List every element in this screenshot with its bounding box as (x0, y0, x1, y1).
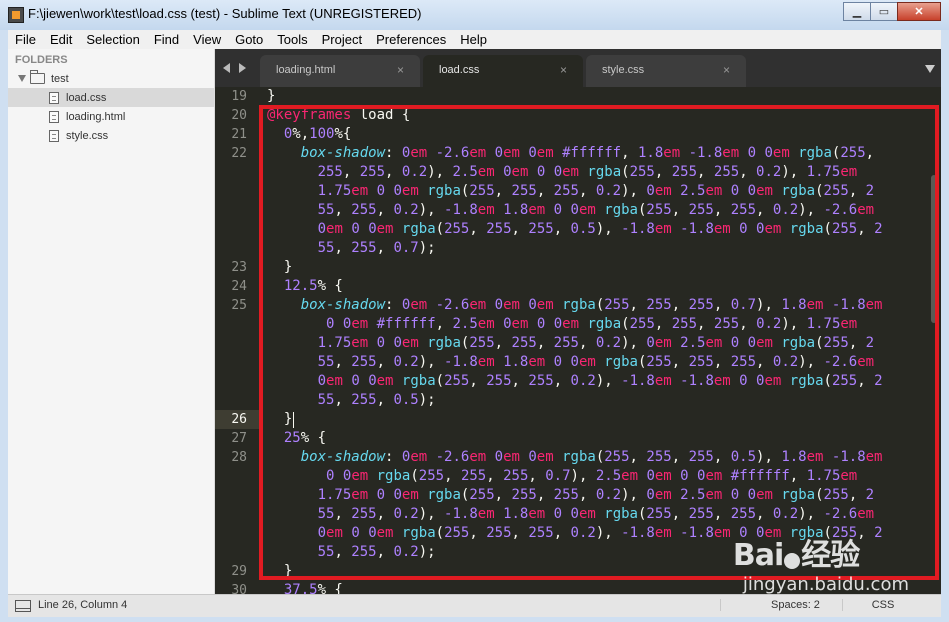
code-line[interactable]: 55, 255, 0.7); (267, 239, 436, 258)
menu-find[interactable]: Find (147, 30, 186, 49)
sidebar-file-loading-html[interactable]: loading.html (8, 107, 214, 126)
tab-scroll-right-icon[interactable] (239, 63, 246, 73)
file-icon (49, 129, 59, 142)
code-line[interactable]: 0%,100%{ (267, 125, 351, 144)
window-title: F:\jiewen\work\test\load.css (test) - Su… (28, 6, 422, 21)
folder-label: test (51, 72, 69, 85)
syntax-selector[interactable]: CSS (842, 599, 923, 611)
line-number: 27 (231, 431, 247, 446)
maximize-button[interactable]: ▭ (870, 2, 898, 21)
tab-menu-icon[interactable] (925, 65, 935, 73)
close-icon[interactable]: × (560, 63, 567, 77)
line-number: 25 (231, 298, 247, 313)
code-line[interactable]: 55, 255, 0.2), -1.8em 1.8em 0 0em rgba(2… (267, 505, 874, 524)
sidebar: FOLDERS test load.css loading.html style… (8, 49, 215, 594)
tab-scroll-left-icon[interactable] (223, 63, 230, 73)
sidebar-file-load-css[interactable]: load.css (8, 88, 214, 107)
title-bar: F:\jiewen\work\test\load.css (test) - Su… (0, 0, 949, 30)
folder-test[interactable]: test (8, 69, 214, 88)
menu-selection[interactable]: Selection (79, 30, 146, 49)
code-line[interactable]: 55, 255, 0.2), -1.8em 1.8em 0 0em rgba(2… (267, 353, 874, 372)
menu-bar: File Edit Selection Find View Goto Tools… (8, 30, 941, 49)
menu-view[interactable]: View (186, 30, 228, 49)
sidebar-file-style-css[interactable]: style.css (8, 126, 214, 145)
code-line[interactable]: 1.75em 0 0em rgba(255, 255, 255, 0.2), 0… (267, 486, 875, 505)
tab-label: loading.html (276, 64, 336, 76)
line-gutter: 19 20 21 22 23 24 25 26 27 28 29 30 (215, 87, 259, 594)
cursor-position: Line 26, Column 4 (38, 599, 128, 611)
line-number: 23 (231, 260, 247, 275)
code-line[interactable]: 0em 0 0em rgba(255, 255, 255, 0.5), -1.8… (267, 220, 883, 239)
file-icon (49, 110, 59, 123)
line-number-current: 26 (231, 412, 247, 427)
close-icon[interactable]: × (723, 63, 730, 77)
code-line[interactable]: 12.5% { (267, 277, 343, 296)
code-line[interactable]: 255, 255, 0.2), 2.5em 0em 0 0em rgba(255… (267, 163, 858, 182)
sublime-window: F:\jiewen\work\test\load.css (test) - Su… (0, 0, 949, 622)
tab-label: load.css (439, 64, 480, 76)
editor-scrollbar[interactable] (931, 175, 937, 323)
tab-load-css[interactable]: load.css × (423, 55, 583, 87)
line-number: 20 (231, 108, 247, 123)
tab-loading-html[interactable]: loading.html × (260, 55, 420, 87)
code-line[interactable]: box-shadow: 0em -2.6em 0em 0em rgba(255,… (267, 448, 883, 467)
code-line[interactable]: 0em 0 0em rgba(255, 255, 255, 0.2), -1.8… (267, 524, 883, 543)
window-controls: ▁ ▭ ✕ (843, 2, 941, 21)
text-cursor (293, 412, 294, 428)
line-number: 22 (231, 146, 247, 161)
code-line[interactable]: 55, 255, 0.2), -1.8em 1.8em 0 0em rgba(2… (267, 201, 874, 220)
folder-open-icon (30, 70, 45, 84)
menu-project[interactable]: Project (315, 30, 369, 49)
menu-file[interactable]: File (8, 30, 43, 49)
line-number: 29 (231, 564, 247, 579)
code-editor[interactable]: 19 20 21 22 23 24 25 26 27 28 29 30 } @ke… (215, 87, 941, 594)
file-label: loading.html (66, 110, 126, 123)
line-number: 28 (231, 450, 247, 465)
menu-help[interactable]: Help (453, 30, 494, 49)
indentation-setting[interactable]: Spaces: 2 (720, 599, 831, 611)
menu-goto[interactable]: Goto (228, 30, 270, 49)
code-line[interactable]: } (267, 258, 292, 277)
code-line[interactable]: 37.5% { (267, 581, 343, 594)
menu-edit[interactable]: Edit (43, 30, 79, 49)
code-line[interactable]: 55, 255, 0.2); (267, 543, 436, 562)
chevron-down-icon[interactable] (18, 75, 26, 82)
code-line[interactable]: box-shadow: 0em -2.6em 0em 0em rgba(255,… (267, 296, 883, 315)
code-line[interactable]: 1.75em 0 0em rgba(255, 255, 255, 0.2), 0… (267, 334, 875, 353)
tab-bar: loading.html × load.css × style.css × (215, 49, 941, 87)
panel-toggle-icon[interactable] (15, 600, 31, 612)
code-line[interactable]: 25% { (267, 429, 326, 448)
status-bar: Line 26, Column 4 Spaces: 2 CSS (8, 594, 941, 617)
code-line[interactable]: @keyframes load { (267, 106, 410, 125)
line-number: 21 (231, 127, 247, 142)
sidebar-header: FOLDERS (15, 54, 68, 66)
menu-preferences[interactable]: Preferences (369, 30, 453, 49)
line-number: 19 (231, 89, 247, 104)
tab-style-css[interactable]: style.css × (586, 55, 746, 87)
code-line[interactable]: box-shadow: 0em -2.6em 0em 0em #ffffff, … (267, 144, 874, 163)
code-line[interactable]: } (267, 562, 292, 581)
close-button[interactable]: ✕ (897, 2, 941, 21)
code-line[interactable]: } (267, 410, 292, 429)
minimize-button[interactable]: ▁ (843, 2, 871, 21)
file-label: style.css (66, 129, 109, 142)
line-number: 30 (231, 583, 247, 594)
code-line[interactable]: 1.75em 0 0em rgba(255, 255, 255, 0.2), 0… (267, 182, 875, 201)
code-area[interactable]: } @keyframes load { 0%,100%{ box-shadow: … (267, 87, 927, 594)
file-icon (49, 91, 59, 104)
line-number: 24 (231, 279, 247, 294)
menu-tools[interactable]: Tools (270, 30, 314, 49)
code-line[interactable]: 55, 255, 0.5); (267, 391, 436, 410)
close-icon[interactable]: × (397, 63, 404, 77)
code-line[interactable]: 0 0em #ffffff, 2.5em 0em 0 0em rgba(255,… (267, 315, 857, 334)
app-icon (8, 7, 24, 23)
tab-label: style.css (602, 64, 645, 76)
file-label: load.css (66, 91, 107, 104)
code-line[interactable]: } (267, 87, 275, 106)
code-line[interactable]: 0em 0 0em rgba(255, 255, 255, 0.2), -1.8… (267, 372, 883, 391)
code-line[interactable]: 0 0em rgba(255, 255, 255, 0.7), 2.5em 0e… (267, 467, 857, 486)
